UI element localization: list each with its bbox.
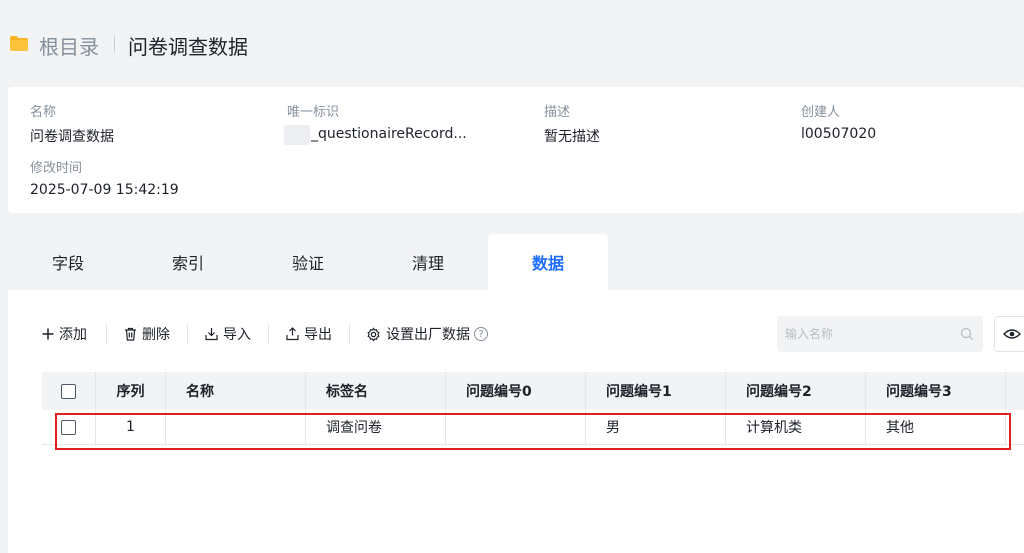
table-row[interactable]: 1 调查问卷 男 计算机类 其他 <box>42 410 1024 445</box>
table-header: 序列 名称 标签名 问题编号0 问题编号1 问题编号2 问题编号3 <box>42 372 1024 410</box>
table-cell: 1 <box>96 410 166 444</box>
table-cell: 调查问卷 <box>306 410 446 444</box>
row-select-cell <box>42 410 96 444</box>
folder-icon <box>10 36 28 51</box>
id-value: _questionaireRecord... <box>311 126 467 142</box>
plus-icon <box>42 328 54 340</box>
column-header[interactable]: 标签名 <box>306 372 446 410</box>
add-button[interactable]: 添加 <box>42 323 87 345</box>
info-card: 名称 问卷调查数据 唯一标识 _questionaireRecord... 描述… <box>8 87 1024 213</box>
table-cell: 计算机类 <box>726 410 866 444</box>
search-box[interactable] <box>777 316 983 352</box>
delete-label: 删除 <box>142 327 170 343</box>
toolbar-divider <box>349 324 350 344</box>
column-header[interactable]: 问题编号3 <box>866 372 1006 410</box>
creator-value: l00507020 <box>801 126 877 142</box>
toolbar-divider <box>268 324 269 344</box>
masked-prefix <box>284 125 310 145</box>
delete-button[interactable]: 删除 <box>124 323 170 345</box>
trash-icon <box>125 327 136 341</box>
import-label: 导入 <box>223 327 251 343</box>
tab-data[interactable]: 数据 <box>488 234 608 290</box>
toolbar-divider <box>106 324 107 344</box>
import-button[interactable]: 导入 <box>205 323 251 345</box>
tab-validation[interactable]: 验证 <box>248 234 368 290</box>
search-icon[interactable] <box>960 327 974 341</box>
page-header: 根目录 问卷调查数据 <box>0 0 1024 86</box>
column-header[interactable]: 问题编号1 <box>586 372 726 410</box>
table-cell <box>446 410 586 444</box>
page-title: 问卷调查数据 <box>128 35 248 59</box>
name-value: 问卷调查数据 <box>30 129 114 145</box>
modified-value: 2025-07-09 15:42:19 <box>30 182 179 198</box>
factory-data-label: 设置出厂数据 <box>386 327 470 343</box>
table-cell: 其他 <box>866 410 1006 444</box>
column-header[interactable]: 问题编号2 <box>726 372 866 410</box>
id-label: 唯一标识 <box>287 105 340 120</box>
table-cell: 男 <box>586 410 726 444</box>
creator-label: 创建人 <box>801 105 841 120</box>
export-label: 导出 <box>304 327 332 343</box>
import-icon <box>205 328 218 341</box>
tab-cleanup[interactable]: 清理 <box>368 234 488 290</box>
export-icon <box>286 327 299 341</box>
tab-indexes[interactable]: 索引 <box>128 234 248 290</box>
export-button[interactable]: 导出 <box>286 323 332 345</box>
row-checkbox[interactable] <box>61 419 76 435</box>
breadcrumb-root[interactable]: 根目录 <box>39 31 99 60</box>
select-all-checkbox[interactable] <box>61 383 76 399</box>
eye-icon <box>1003 329 1021 339</box>
column-visibility-button[interactable] <box>994 316 1024 352</box>
header-select-cell <box>42 372 96 410</box>
search-input[interactable] <box>777 316 983 352</box>
column-header[interactable]: 问题编号0 <box>446 372 586 410</box>
desc-value: 暂无描述 <box>544 129 600 145</box>
table-cell <box>166 410 306 444</box>
help-icon[interactable]: ? <box>474 327 488 341</box>
tab-bar: 字段 索引 验证 清理 数据 <box>8 234 1024 290</box>
modified-label: 修改时间 <box>30 161 83 176</box>
data-panel: 添加 删除 导入 导出 设置出厂数据 ? 序列 名称 标签名 <box>8 290 1024 553</box>
toolbar-divider <box>187 324 188 344</box>
factory-data-button[interactable]: 设置出厂数据 ? <box>366 323 488 345</box>
column-header[interactable]: 名称 <box>166 372 306 410</box>
breadcrumb-divider <box>114 35 115 53</box>
add-label: 添加 <box>59 327 87 343</box>
tab-fields[interactable]: 字段 <box>8 234 128 290</box>
name-label: 名称 <box>30 105 57 120</box>
column-header[interactable]: 序列 <box>96 372 166 410</box>
desc-label: 描述 <box>544 105 571 120</box>
gear-icon <box>367 326 380 342</box>
